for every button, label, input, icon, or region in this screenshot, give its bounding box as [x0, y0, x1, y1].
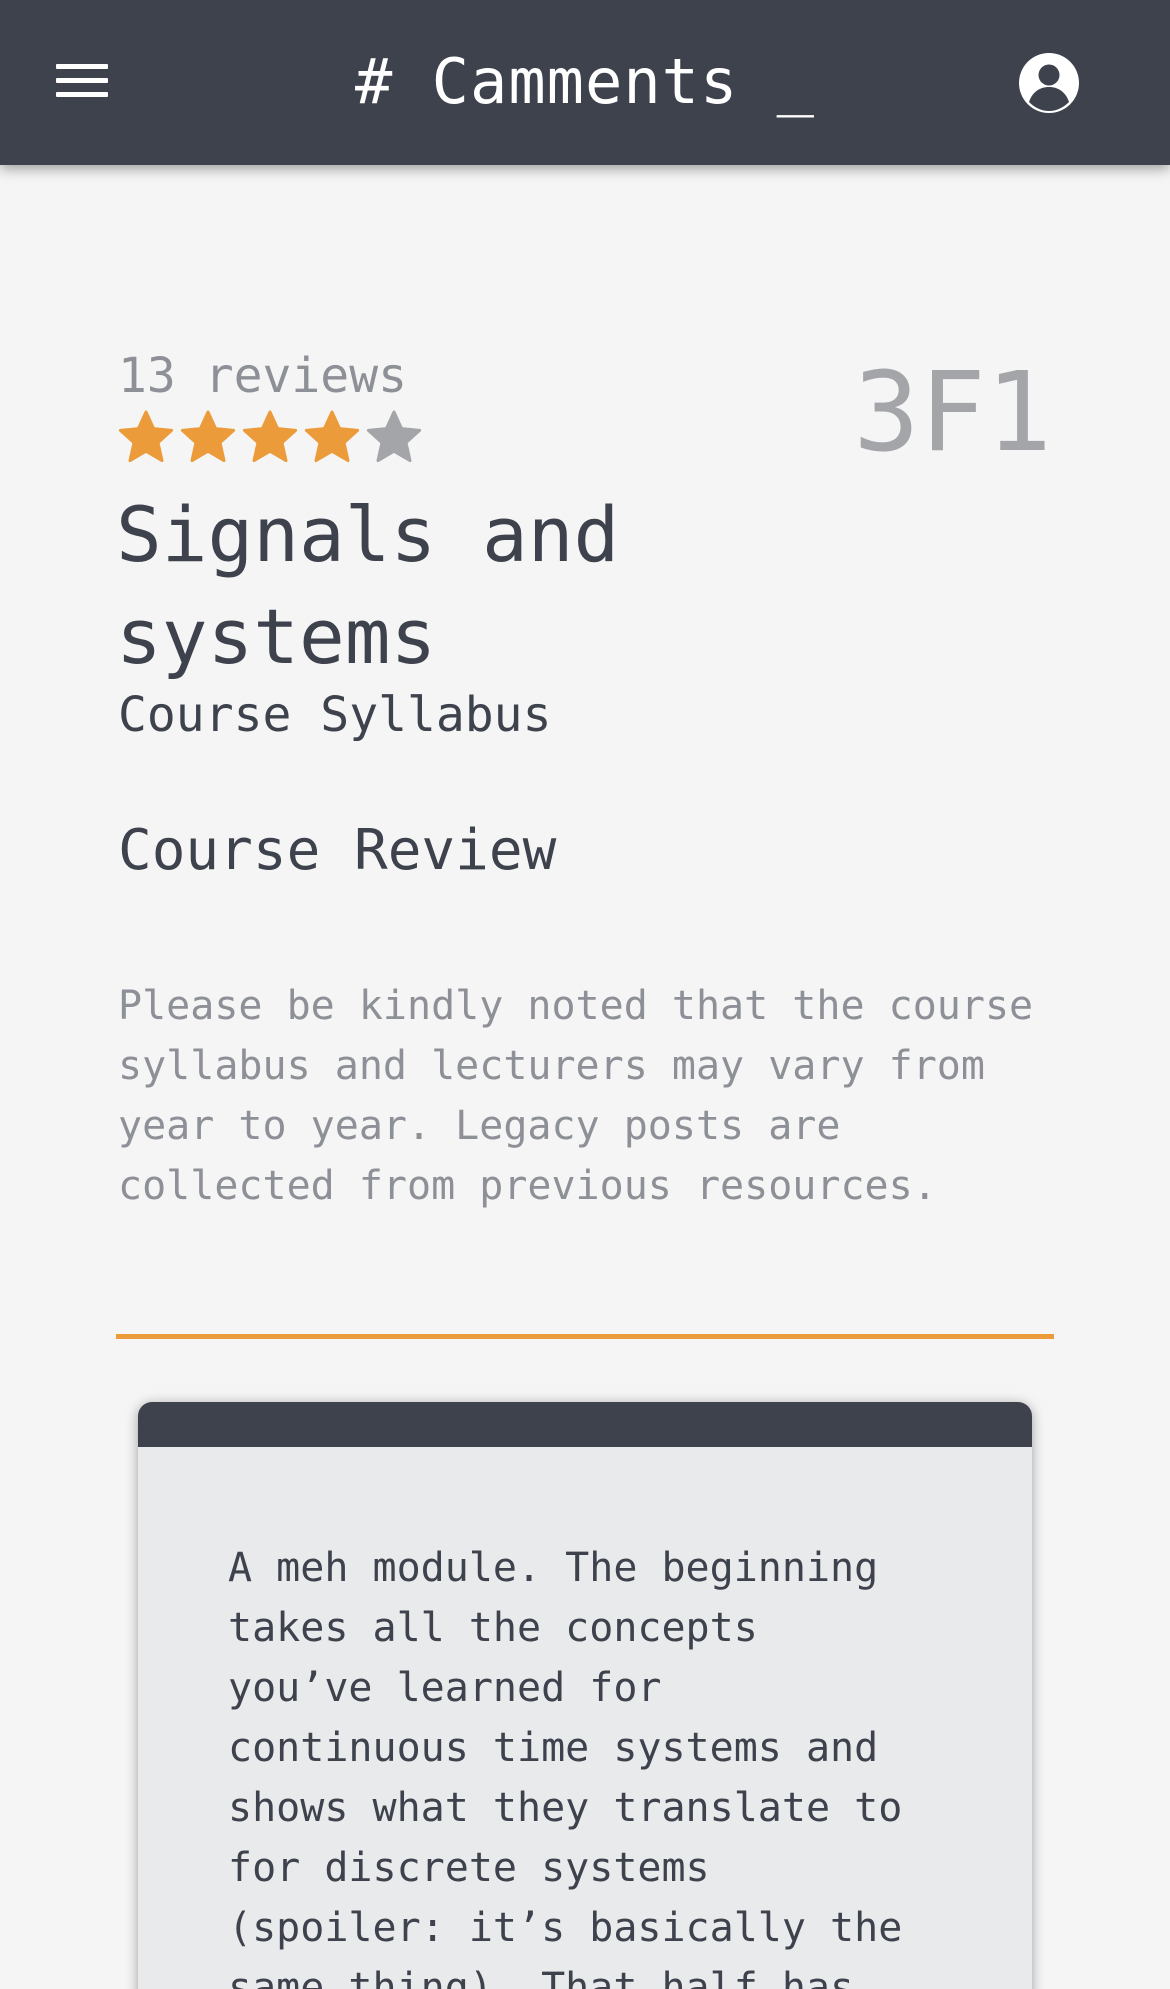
star-filled-icon	[242, 410, 298, 463]
user-circle-icon[interactable]	[1016, 50, 1082, 116]
menu-line	[56, 64, 108, 69]
brand-title-container: # Camments _	[0, 44, 1170, 120]
top-navigation-bar: # Camments _	[0, 0, 1170, 165]
user-circle-svg	[1019, 53, 1079, 113]
brand-logo-link[interactable]: # Camments _	[355, 45, 815, 118]
course-syllabus-link[interactable]: Course Syllabus	[118, 684, 551, 746]
review-card-header	[138, 1402, 1032, 1447]
review-card: A meh module. The beginning takes all th…	[138, 1402, 1032, 1989]
section-divider	[116, 1334, 1054, 1339]
course-review-heading: Course Review	[118, 818, 557, 883]
star-rating	[116, 408, 424, 468]
star-filled-icon	[180, 410, 236, 463]
reviews-count: 13 reviews	[118, 348, 407, 404]
star-filled-icon	[304, 410, 360, 463]
menu-line	[56, 92, 108, 97]
hamburger-menu-icon[interactable]	[52, 56, 112, 108]
star-filled-icon	[118, 410, 174, 463]
menu-line	[56, 78, 108, 83]
star-empty-icon	[366, 410, 422, 463]
review-text: A meh module. The beginning takes all th…	[228, 1545, 903, 1989]
course-code: 3F1	[853, 348, 1052, 476]
review-notice: Please be kindly noted that the course s…	[118, 983, 1034, 1209]
course-title: Signals and systems	[116, 490, 620, 681]
